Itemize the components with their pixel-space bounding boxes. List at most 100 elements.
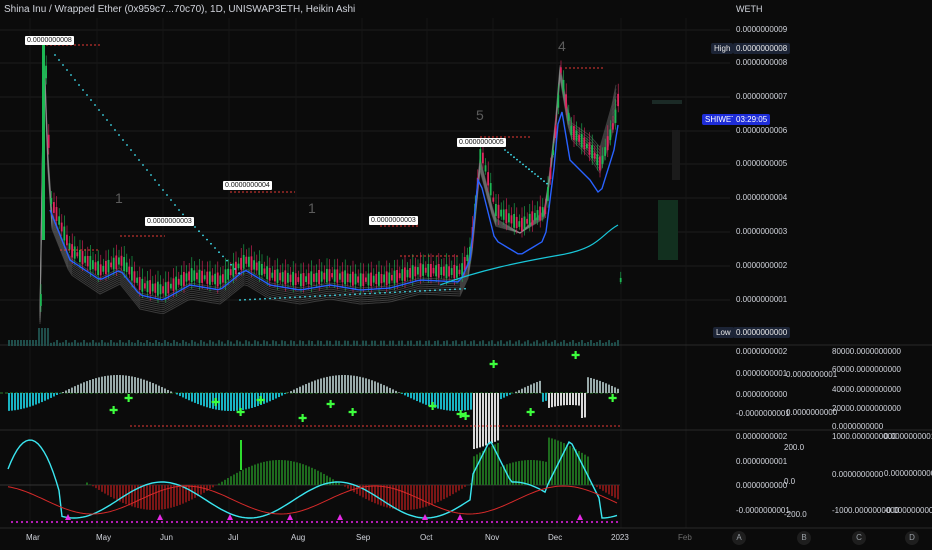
volume-bar [341,344,343,346]
candle-body [409,268,411,278]
candle-body [118,257,120,265]
histogram-bar [353,375,355,393]
volume-bar [281,340,283,346]
histogram-bar [470,393,472,410]
drawing-toolbar-button[interactable]: D [905,531,919,545]
drawing-toolbar-button[interactable]: A [732,531,746,545]
candle-body [513,214,515,228]
volume-bar [86,342,88,346]
candle-body [185,273,188,282]
histogram-bar [554,439,556,485]
volume-bar [491,340,493,346]
psar-dot [90,99,92,101]
ma-ribbon [39,59,617,321]
volume-bar [356,340,358,346]
candle-body [378,271,380,286]
candle-body [211,275,214,282]
psar-dot [389,291,391,294]
marker-dot [480,520,484,524]
marker-dot [350,520,354,524]
osc2-axis-label: 0.0000000002 [736,432,788,441]
psar-dot [528,168,530,171]
candle-body [120,255,123,266]
histogram-bar [611,485,613,497]
marker-dot [280,520,284,524]
marker-dot [265,520,269,524]
histogram-bar [11,393,13,411]
histogram-bar [230,393,232,411]
candle-body [552,149,554,155]
psar-dot [504,149,506,151]
volume-bar [536,340,538,346]
candle-body [253,260,255,270]
psar-dot [259,298,261,300]
volume-bar [377,344,379,346]
histogram-bar [335,375,337,393]
candle-body [287,272,289,283]
candle-body [427,264,430,277]
osc1-side-label: 0.0000000000 [786,408,838,417]
marker-dot [430,520,434,524]
histogram-bar [104,376,106,393]
time-axis-label: Oct [420,533,433,542]
histogram-bar [272,393,274,400]
marker-dot [550,520,554,524]
candle-body [450,268,453,275]
candle-body [271,272,274,278]
histogram-bar [545,461,547,485]
psar-dot [329,294,331,297]
marker-dot [455,520,459,524]
psar-dot [198,230,200,233]
marker-dot [20,520,24,524]
high-tag-value: 0.0000000008 [733,43,791,54]
histogram-bar [74,386,76,393]
candle-body [219,275,222,285]
histogram-bar [266,393,268,403]
psar-dot [439,289,441,291]
candle-body [414,266,417,277]
histogram-bar [314,469,316,485]
histogram-bar [212,485,214,488]
candle-body [289,274,292,282]
marker-dot [300,520,304,524]
candle-body [456,265,458,278]
histogram-bar [248,393,250,409]
volume-bar [293,341,295,346]
volume-bar [311,340,313,346]
histogram-bar [155,384,157,393]
psar-dot [384,291,386,294]
candle-body [138,277,141,290]
volume-bar [245,340,247,346]
candle-body [492,197,495,202]
candle-body [523,216,526,230]
candle-body [424,267,427,273]
histogram-bar [443,393,445,410]
candle-body [432,267,435,274]
candle-body [73,246,76,259]
volume-bar [590,340,592,346]
histogram-bar [188,393,190,401]
time-axis-label: Sep [356,533,371,542]
marker-dot [200,520,204,524]
candle-body [430,263,432,278]
volume-bar [617,340,619,346]
candle-body [344,270,346,285]
drawing-toolbar-button[interactable]: B [797,531,811,545]
psar-dot [122,139,124,141]
volume-bar [365,340,367,346]
volume-bar [131,342,133,346]
histogram-bar [164,485,166,510]
histogram-bar [29,393,31,407]
drawing-toolbar-button[interactable]: C [852,531,866,545]
chart-canvas[interactable]: ✚✚ ✚✚✚✚✚✚ ✚✚✚✚✚✚✚ [0,0,932,550]
candle-body [86,255,89,267]
candle-body [500,209,502,217]
volume-bar [317,340,319,346]
marker-dot [500,520,504,524]
volume-bar [164,340,166,346]
volume-bar [104,342,106,346]
volume-bar [332,344,334,346]
volume-bar [446,340,448,346]
marker-dot [55,520,59,524]
volume-bar [80,342,82,346]
